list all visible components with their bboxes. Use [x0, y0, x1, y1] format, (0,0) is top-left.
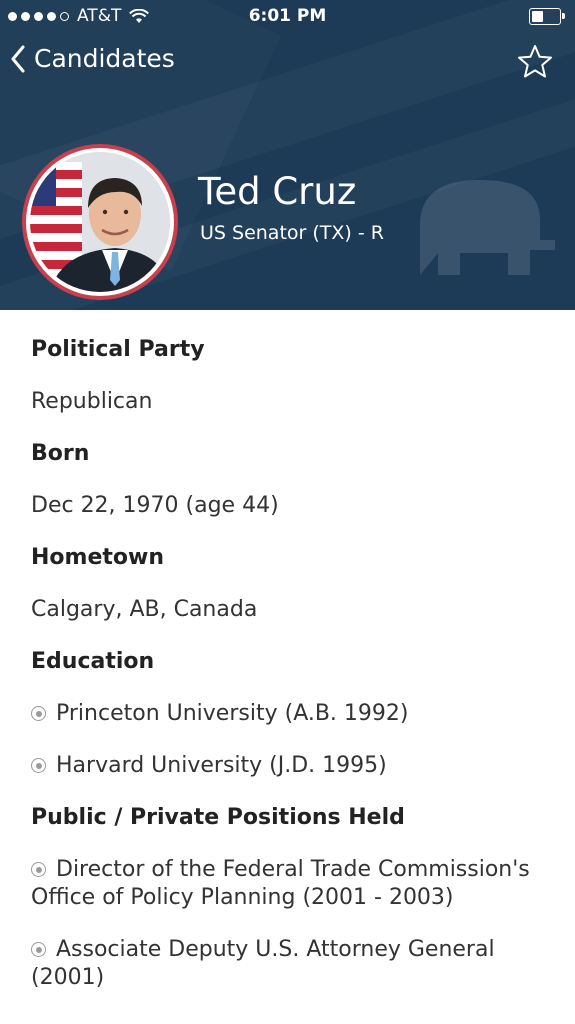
positions-heading: Public / Private Positions Held — [31, 805, 405, 830]
bullet-icon — [31, 862, 46, 877]
republican-elephant-icon — [420, 180, 555, 275]
candidate-title: US Senator (TX) - R — [200, 222, 384, 244]
bullet-icon — [31, 706, 46, 721]
hometown-value: Calgary, AB, Canada — [31, 597, 258, 622]
position-item: Director of the Federal Trade Commission… — [31, 857, 530, 910]
favorite-button[interactable] — [517, 44, 553, 84]
hometown-heading: Hometown — [31, 545, 164, 570]
candidate-name: Ted Cruz — [198, 170, 357, 213]
battery-icon — [529, 8, 565, 25]
back-button[interactable]: Candidates — [10, 44, 175, 73]
nav-bar: Candidates — [0, 42, 575, 88]
back-button-label: Candidates — [34, 44, 175, 73]
education-item: Harvard University (J.D. 1995) — [31, 740, 544, 792]
chevron-left-icon — [11, 45, 25, 72]
star-icon — [518, 45, 552, 78]
candidate-photo — [30, 152, 170, 292]
born-value: Dec 22, 1970 (age 44) — [31, 493, 279, 518]
candidate-details: Political Party Republican Born Dec 22, … — [0, 310, 575, 1004]
position-item: Associate Deputy U.S. Attorney General (… — [31, 937, 495, 990]
bullet-icon — [31, 942, 46, 957]
bullet-icon — [31, 758, 46, 773]
political-party-value: Republican — [31, 389, 153, 414]
born-heading: Born — [31, 441, 90, 466]
education-heading: Education — [31, 649, 155, 674]
education-item: Princeton University (A.B. 1992) — [31, 688, 544, 740]
candidate-photo-frame — [22, 144, 178, 300]
status-bar: AT&T 6:01 PM — [0, 0, 575, 34]
candidate-header: AT&T 6:01 PM Candidates Ted Cruz US Sena… — [0, 0, 575, 310]
clock: 6:01 PM — [248, 6, 327, 26]
political-party-heading: Political Party — [31, 337, 205, 362]
